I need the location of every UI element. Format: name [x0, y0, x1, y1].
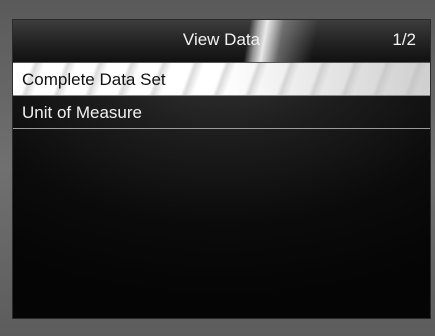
device-screen: View Data 1/2 Complete Data Set Unit of …: [12, 19, 431, 319]
scan-tool-device: View Data 1/2 Complete Data Set Unit of …: [0, 0, 435, 336]
page-indicator: 1/2: [392, 30, 416, 49]
menu-item-complete-data-set[interactable]: Complete Data Set: [13, 63, 430, 96]
menu-list: Complete Data Set Unit of Measure: [13, 63, 430, 129]
title-bar: View Data 1/2: [13, 20, 430, 63]
menu-item-unit-of-measure[interactable]: Unit of Measure: [13, 96, 430, 129]
screen-title: View Data: [182, 30, 261, 49]
